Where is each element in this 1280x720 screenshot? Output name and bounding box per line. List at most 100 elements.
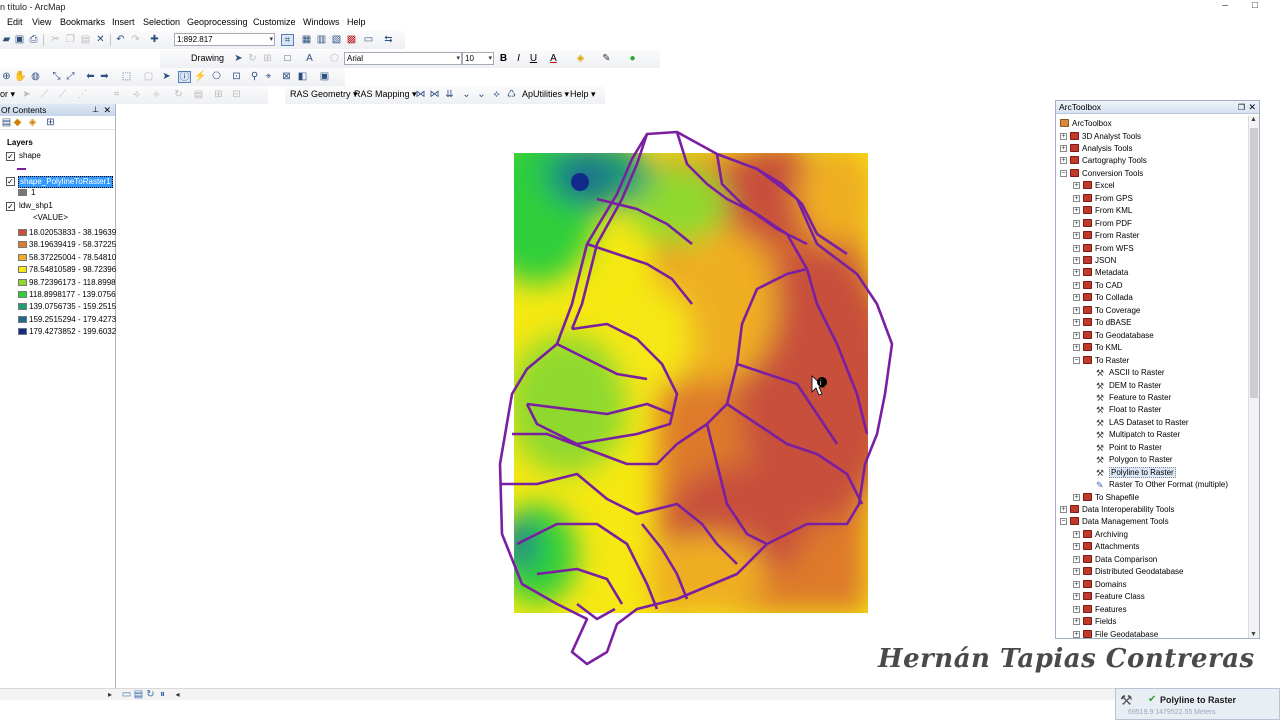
expand-icon[interactable]: + [1073, 530, 1080, 538]
expand-icon[interactable]: + [1073, 257, 1080, 264]
cut-icon[interactable]: ✂ [49, 34, 62, 46]
ldw-checkbox[interactable]: ✓ [6, 202, 15, 211]
expand-icon[interactable]: + [1073, 232, 1080, 240]
shape-checkbox[interactable]: ✓ [6, 152, 15, 161]
expand-icon[interactable]: + [1073, 580, 1080, 588]
ras-tool-4-icon[interactable]: ⌄ [460, 89, 473, 101]
expand-icon[interactable]: + [1073, 219, 1080, 227]
menu-insert[interactable]: Insert [112, 17, 135, 27]
expand-icon[interactable]: + [1060, 506, 1067, 513]
tree-item-distributed-geodatabase[interactable]: + Distributed Geodatabase [1073, 566, 1184, 578]
forward-extent-icon[interactable]: ➡ [98, 71, 111, 83]
copy-icon[interactable]: ❐ [64, 34, 77, 46]
rotate-edit-icon[interactable]: ↻ [172, 89, 185, 101]
drawing-menu[interactable]: Drawing [191, 53, 224, 63]
editor-menu[interactable]: or ▾ [0, 89, 15, 100]
python-window-icon[interactable]: ▭ [362, 34, 375, 46]
sketch-props-icon[interactable]: ⊞ [212, 89, 225, 101]
tree-item-data-management-tools[interactable]: − Data Management Tools [1060, 516, 1169, 528]
tree-item-domains[interactable]: + Domains [1073, 579, 1127, 591]
layer-shape[interactable]: shape [19, 151, 41, 161]
tree-item-to-cad[interactable]: + To CAD [1073, 280, 1123, 292]
tree-item-polyline-to-raster[interactable]: ⚒ Polyline to Raster [1096, 466, 1176, 479]
tree-item-to-geodatabase[interactable]: + To Geodatabase [1073, 330, 1154, 342]
paste-icon[interactable]: ▤ [79, 34, 92, 46]
tree-item-features[interactable]: + Features [1073, 604, 1127, 616]
expand-icon[interactable]: + [1060, 132, 1067, 140]
expand-icon[interactable]: + [1073, 182, 1080, 190]
menu-selection[interactable]: Selection [143, 17, 180, 27]
fill-color-icon[interactable]: ◈ [574, 53, 587, 65]
tree-item-analysis-tools[interactable]: + Analysis Tools [1060, 143, 1133, 155]
menu-edit[interactable]: Edit [7, 17, 23, 27]
font-color-button[interactable]: A [547, 53, 560, 65]
tree-item-feature-class[interactable]: + Feature Class [1073, 591, 1145, 603]
collapse-icon[interactable]: − [1060, 169, 1067, 177]
tree-item-from-kml[interactable]: + From KML [1073, 205, 1132, 217]
menu-help[interactable]: Help [347, 17, 366, 27]
go-to-xy-icon[interactable]: ⊠ [280, 71, 293, 83]
pin-icon[interactable]: ⊥ [92, 104, 99, 116]
menu-bookmarks[interactable]: Bookmarks [60, 17, 105, 27]
vertices-icon[interactable]: ⋰ [76, 89, 89, 101]
menu-geoprocessing[interactable]: Geoprocessing [187, 17, 248, 27]
ras-tool-7-icon[interactable]: ♺ [505, 89, 518, 101]
edit-vertices-icon[interactable]: ⬠ [328, 53, 341, 65]
bold-button[interactable]: B [497, 53, 510, 65]
expand-icon[interactable]: + [1073, 605, 1080, 613]
select-elements-icon[interactable]: ➤ [232, 53, 245, 65]
tree-item-to-collada[interactable]: + To Collada [1073, 292, 1133, 304]
tree-item-cartography-tools[interactable]: + Cartography Tools [1060, 155, 1147, 167]
editor-toolbar-icon[interactable]: ⌗ [281, 34, 294, 46]
expand-icon[interactable]: + [1073, 281, 1080, 289]
expand-icon[interactable]: + [1073, 269, 1080, 277]
save-icon[interactable]: ▣ [13, 34, 26, 46]
layer-polyline-raster[interactable]: shape_PolylineToRaster1 [18, 176, 113, 188]
tree-item-attachments[interactable]: + Attachments [1073, 541, 1139, 553]
scroll-up-icon[interactable]: ▲ [1250, 116, 1257, 123]
tree-item-from-wfs[interactable]: + From WFS [1073, 243, 1134, 255]
expand-icon[interactable]: + [1073, 194, 1080, 202]
delete-icon[interactable]: ✕ [94, 34, 107, 46]
edit-tool-icon[interactable]: ➤ [20, 89, 33, 101]
tree-item-ascii-to-raster[interactable]: ⚒ ASCII to Raster [1096, 367, 1165, 379]
ras-geometry-menu[interactable]: RAS Geometry ▾ [290, 89, 358, 100]
sketch-icon[interactable]: ⟋ [56, 89, 69, 101]
tree-item-point-to-raster[interactable]: ⚒ Point to Raster [1096, 442, 1162, 454]
expand-icon[interactable]: + [1073, 294, 1080, 302]
tree-item-fields[interactable]: + Fields [1073, 616, 1116, 628]
identify-icon[interactable]: ⓘ [178, 71, 191, 83]
ras-tool-6-icon[interactable]: ⟡ [490, 89, 503, 101]
expand-icon[interactable]: + [1073, 331, 1080, 339]
viewer-window-icon[interactable]: ▣ [318, 71, 331, 83]
marker-color-icon[interactable]: ● [626, 53, 639, 65]
expand-icon[interactable]: + [1073, 207, 1080, 215]
select-elements-tool-icon[interactable]: ➤ [160, 71, 173, 83]
tree-item-polygon-to-raster[interactable]: ⚒ Polygon to Raster [1096, 454, 1173, 466]
expand-icon[interactable]: + [1060, 157, 1067, 165]
time-slider-icon[interactable]: ◧ [296, 71, 309, 83]
layer-ldw[interactable]: ldw_shp1 [19, 201, 53, 211]
tree-item-dem-to-raster[interactable]: ⚒ DEM to Raster [1096, 380, 1161, 392]
tree-item-archiving[interactable]: + Archiving [1073, 529, 1128, 541]
menu-windows[interactable]: Windows [303, 17, 340, 27]
tree-item-file-geodatabase[interactable]: + File Geodatabase [1073, 629, 1158, 638]
expand-icon[interactable]: + [1073, 618, 1080, 626]
split-icon[interactable]: ⌗ [110, 89, 123, 101]
toolbox-scrollbar[interactable]: ▲ ▼ [1248, 116, 1259, 638]
undo-icon[interactable]: ↶ [114, 34, 127, 46]
expand-icon[interactable]: + [1060, 144, 1067, 152]
tree-item-to-dbase[interactable]: + To dBASE [1073, 317, 1131, 329]
html-popup-icon[interactable]: ⚡ [194, 71, 207, 83]
ras-tool-3-icon[interactable]: ⇊ [443, 89, 456, 101]
tree-item-to-kml[interactable]: + To KML [1073, 342, 1122, 354]
tree-item-float-to-raster[interactable]: ⚒ Float to Raster [1096, 404, 1161, 416]
expand-icon[interactable]: + [1073, 593, 1080, 601]
expand-icon[interactable]: + [1073, 630, 1080, 638]
find-icon[interactable]: ⚲ [248, 71, 261, 83]
reshape-icon[interactable]: ⟢ [130, 89, 143, 101]
close-icon[interactable]: ✕ [103, 104, 111, 116]
scroll-thumb[interactable] [1250, 128, 1258, 398]
menu-customize[interactable]: Customize [253, 17, 296, 27]
add-data-icon[interactable]: ✚ [148, 34, 161, 46]
